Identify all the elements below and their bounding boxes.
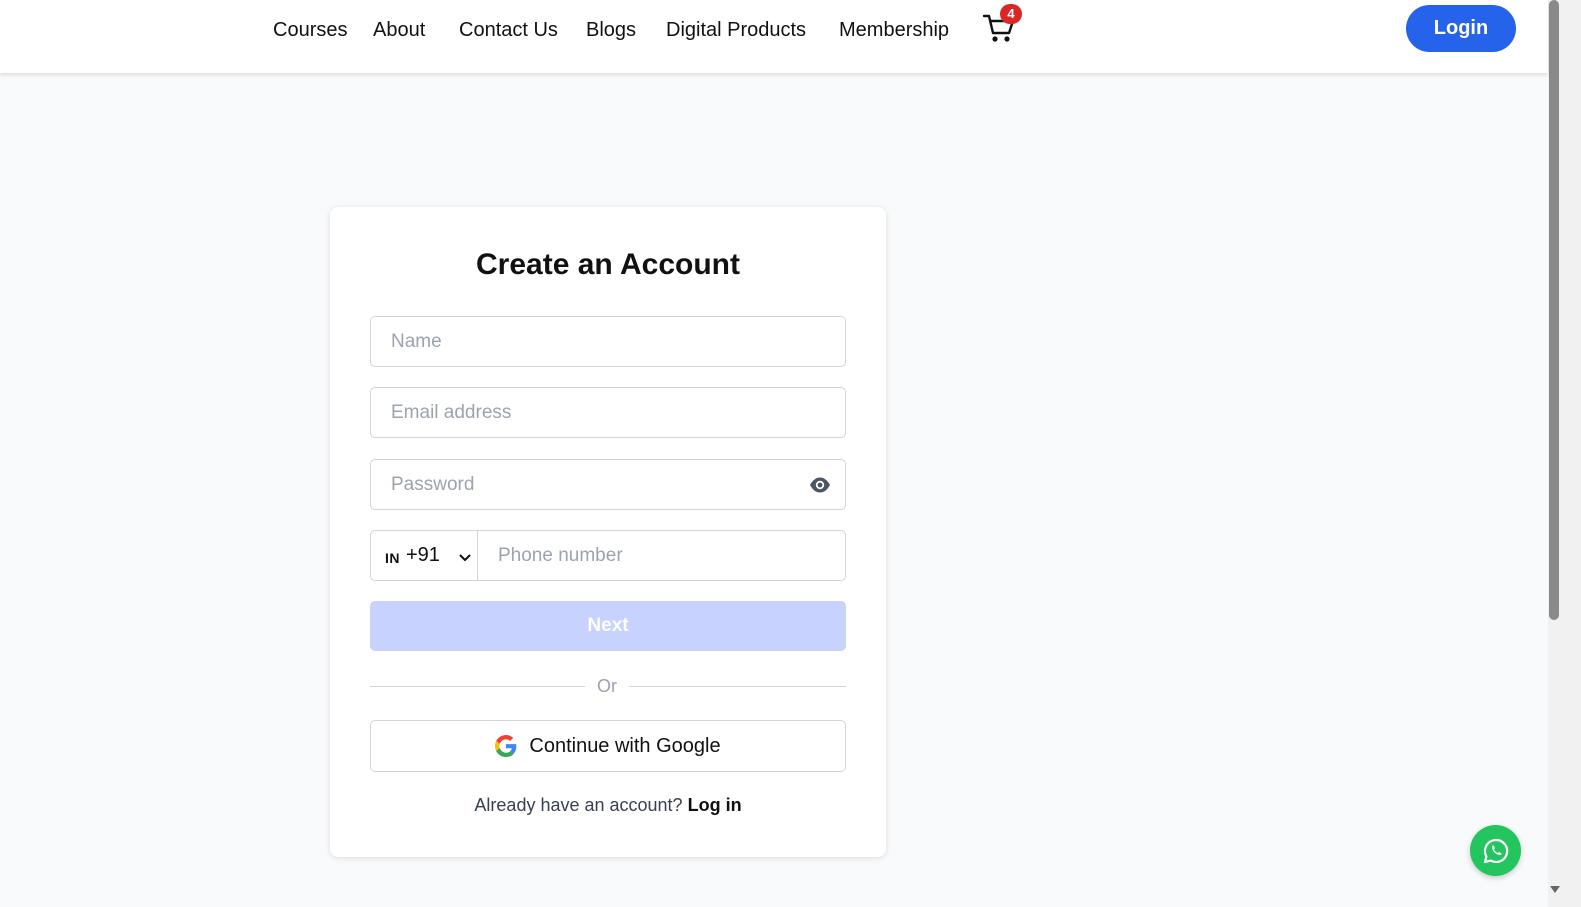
page-title: Create an Account: [476, 248, 740, 281]
name-input[interactable]: [371, 317, 845, 366]
login-button[interactable]: Login: [1406, 5, 1516, 52]
top-navbar: Courses About Contact Us Blogs Digital P…: [0, 0, 1548, 73]
whatsapp-icon[interactable]: [1470, 825, 1521, 876]
divider-left: [370, 686, 585, 687]
nav-digital-products[interactable]: Digital Products: [666, 17, 806, 43]
already-have-account-text: Already have an account?: [474, 795, 683, 815]
nav-about[interactable]: About: [373, 17, 425, 43]
google-button-label: Continue with Google: [529, 734, 721, 757]
divider-right: [629, 686, 846, 687]
phone-input-wrap: [478, 531, 845, 580]
password-input[interactable]: [371, 460, 845, 509]
chevron-down-icon: [459, 550, 471, 561]
google-icon: [495, 735, 517, 757]
nav-membership[interactable]: Membership: [839, 17, 949, 43]
continue-with-google-button[interactable]: Continue with Google: [370, 720, 846, 772]
eye-icon[interactable]: [809, 476, 831, 494]
country-code-select[interactable]: IN +91: [371, 531, 478, 580]
scrollbar-thumb[interactable]: [1549, 0, 1559, 620]
phone-input[interactable]: [478, 531, 845, 580]
password-field[interactable]: [370, 459, 846, 510]
scroll-down-arrow-icon[interactable]: [1548, 884, 1562, 894]
next-button[interactable]: Next: [370, 601, 846, 651]
log-in-link[interactable]: Log in: [688, 795, 742, 815]
country-code: IN: [385, 549, 400, 566]
email-input[interactable]: [371, 388, 845, 437]
phone-field: IN +91: [370, 530, 846, 581]
dial-code: +91: [406, 544, 440, 566]
name-field[interactable]: [370, 316, 846, 367]
page: Courses About Contact Us Blogs Digital P…: [0, 0, 1548, 907]
cart-count-badge: 4: [1000, 4, 1022, 24]
nav-contact-us[interactable]: Contact Us: [459, 17, 558, 43]
nav-blogs[interactable]: Blogs: [586, 17, 636, 43]
nav-courses[interactable]: Courses: [273, 17, 347, 43]
email-field[interactable]: [370, 387, 846, 438]
login-prompt: Already have an account? Log in: [330, 795, 886, 816]
or-label: Or: [597, 676, 617, 696]
